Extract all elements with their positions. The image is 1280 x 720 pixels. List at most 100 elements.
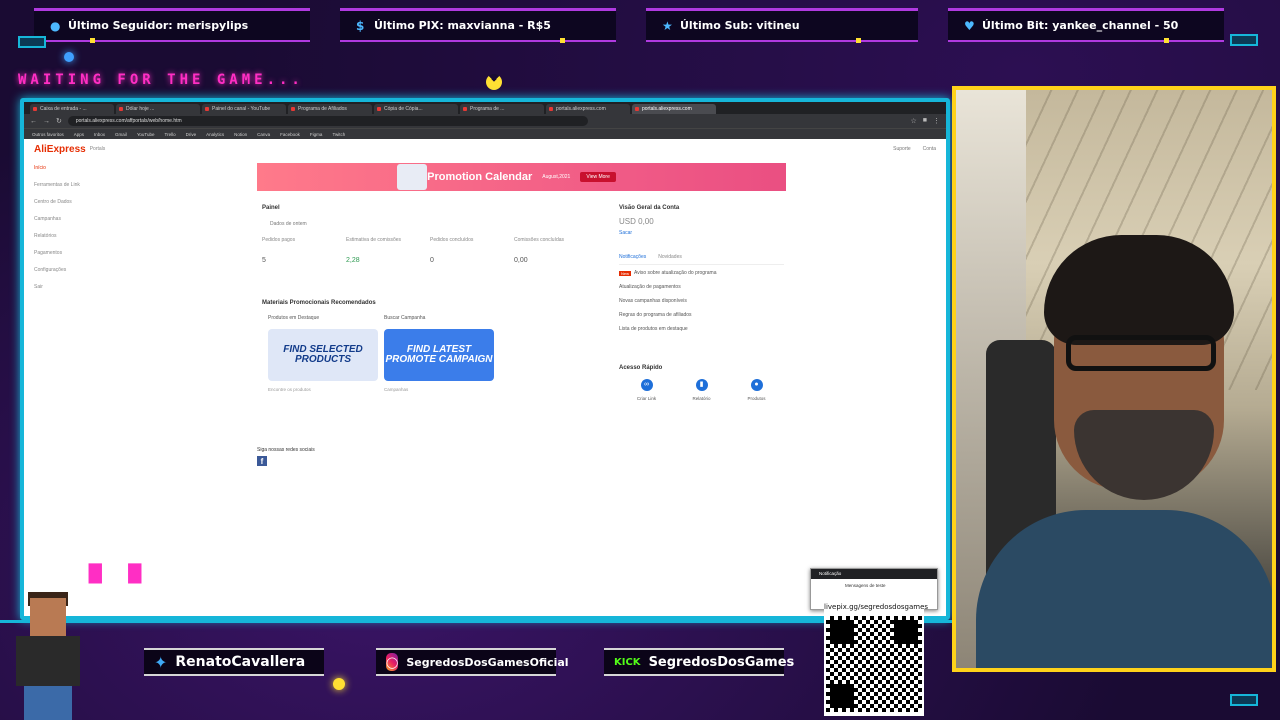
screen-capture: Caixa de entrada - ... Dólar hoje ... Pa… [20,98,950,620]
alert-text: Último Seguidor: merispylips [68,19,249,32]
qr-code-panel: livepix.gg/segredosdosgames [824,600,929,716]
stat-paid-orders: Pedidos pagos 5 [262,237,346,264]
notification-item[interactable]: Regras do programa de afiliados [619,309,784,321]
notification-item[interactable]: New Aviso sobre atualização do programa [619,267,784,279]
qr-url: livepix.gg/segredosdosgames [824,603,929,611]
browser-tab-active[interactable]: portals.aliexpress.com [632,104,716,114]
sidebar-item-payments[interactable]: Pagamentos [34,250,114,267]
glow-orb [64,52,74,62]
view-more-button[interactable]: View More [580,172,616,182]
browser-tab[interactable]: Programa de ... [460,104,544,114]
tab-news[interactable]: Novidades [658,254,682,260]
kick-icon: KICK [614,656,641,668]
back-icon[interactable]: ← [30,118,37,125]
bookmark[interactable]: Outros favoritos [32,132,64,137]
sidebar-item-home[interactable]: Início [34,165,114,182]
stat-value: 2,28 [346,257,360,264]
pixel-avatar [8,592,88,720]
avatar-face [30,598,66,636]
sidebar-item-data[interactable]: Centro de Dados [34,199,114,216]
deco-box [1230,694,1258,706]
stat-value: 0 [430,257,434,264]
extensions-icon[interactable]: ■ [923,117,927,125]
sidebar-item-campaigns[interactable]: Campanhas [34,216,114,233]
notification-item[interactable]: Lista de produtos em destaque [619,323,784,335]
sidebar-item-logout[interactable]: Sair [34,284,114,301]
chart-icon: ▮ [695,379,708,391]
stat-value: 5 [262,257,266,264]
aliexpress-logo[interactable]: AliExpress [34,144,86,155]
rec-card-campaign[interactable]: Buscar Campanha FIND LATEST PROMOTE CAMP… [384,315,494,392]
deco-box [18,36,46,48]
forward-icon[interactable]: → [43,118,50,125]
bookmark[interactable]: Facebook [280,132,300,137]
quick-report[interactable]: ▮ Relatório [677,379,727,401]
account-link[interactable]: Conta [923,146,936,152]
logo-subtitle: Portals [89,146,106,152]
facebook-icon[interactable]: f [257,456,267,466]
bookmark[interactable]: Notion [234,132,247,137]
pixel-dot [856,38,861,43]
notification-item[interactable]: Atualização de pagamentos [619,281,784,293]
browser-tab[interactable]: Programa de Afiliados [288,104,372,114]
stat-label: Comissões concluídas [514,237,565,243]
balance-value: USD 0,00 [619,217,654,226]
withdraw-link[interactable]: Sacar [619,230,784,236]
alert-bit: ♥ Último Bit: yankee_channel - 50 [948,8,1224,43]
waiting-text: WAITING FOR THE GAME... [18,72,304,88]
reload-icon[interactable]: ↻ [56,117,62,125]
bookmark[interactable]: Figma [310,132,323,137]
popup-text: Mensagens de teste [845,583,886,588]
frame-divider [0,620,952,623]
pixel-dot [560,38,565,43]
browser-tab[interactable]: Painel do canal - YouTube [202,104,286,114]
bookmark[interactable]: Apps [74,132,84,137]
browser-tab[interactable]: portals.aliexpress.com [546,104,630,114]
popup-header: Notificação [811,569,937,579]
browser-tab[interactable]: Cópia de Cópia... [374,104,458,114]
browser-tab[interactable]: Dólar hoje ... [116,104,200,114]
notification-text: Lista de produtos em destaque [619,326,688,332]
card-image[interactable]: FIND SELECTED PRODUCTS [268,329,378,381]
address-bar[interactable]: portals.aliexpress.com/affportals/web/ho… [67,116,588,126]
alert-text: Último Sub: vitineu [680,19,800,32]
menu-icon[interactable]: ⋮ [933,117,940,125]
browser-toolbar: ← → ↻ portals.aliexpress.com/affportals/… [24,114,946,128]
bookmark[interactable]: Gmail [115,132,127,137]
bookmark[interactable]: Twitch [332,132,345,137]
card-sub: Encontre os produtos [268,387,311,392]
card-image[interactable]: FIND LATEST PROMOTE CAMPAIGN [384,329,494,381]
webcam-feed [952,86,1276,672]
bookmark[interactable]: Analytics [206,132,224,137]
bookmark[interactable]: Inbox [94,132,105,137]
browser-tab[interactable]: Caixa de entrada - ... [30,104,114,114]
sidebar-item-settings[interactable]: Configurações [34,267,114,284]
quick-create-link[interactable]: ∞ Criar Link [622,379,672,401]
tab-notifications[interactable]: Notificações [619,254,646,260]
promo-banner[interactable]: Promotion Calendar August,2021 View More [257,163,786,191]
quick-access-title: Acesso Rápido [619,365,663,371]
social-twitter: ✦ RenatoCavallera [144,648,324,676]
avatar-body [16,636,80,686]
qr-code [826,616,922,712]
quick-label: Produtos [747,396,766,401]
support-link[interactable]: Suporte [893,146,911,152]
bookmark[interactable]: YouTube [137,132,155,137]
star-icon[interactable]: ☆ [910,117,916,125]
notification-text: Atualização de pagamentos [619,284,681,290]
account-overview: Visão Geral da Conta USD 0,00 Sacar Noti… [619,205,784,401]
sidebar-item-links[interactable]: Ferramentas de Link [34,182,114,199]
bookmark[interactable]: Canva [257,132,270,137]
notification-item[interactable]: Novas campanhas disponíveis [619,295,784,307]
streamer-torso [976,510,1272,668]
alert-follower: ● Último Seguidor: merispylips [34,8,310,43]
page-header: AliExpress Portals Suporte Conta [24,139,946,159]
panel-title: Painel [262,205,280,211]
bookmark[interactable]: Drive [186,132,197,137]
rec-card-products[interactable]: Produtos em Destaque FIND SELECTED PRODU… [268,315,378,392]
pixel-coin [333,678,345,690]
quick-products[interactable]: ● Produtos [732,379,782,401]
bookmark[interactable]: Trello [165,132,176,137]
stat-label: Pedidos pagos [262,237,296,243]
sidebar-item-reports[interactable]: Relatórios [34,233,114,250]
